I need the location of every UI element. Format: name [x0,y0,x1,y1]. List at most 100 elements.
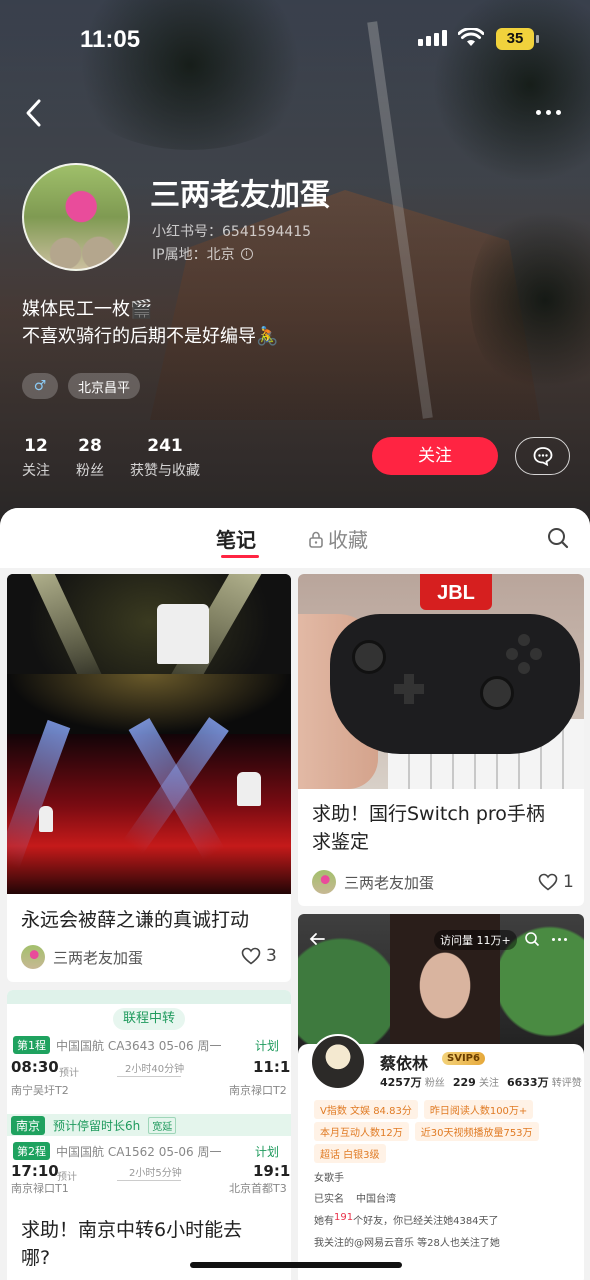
cellular-signal-icon [418,30,447,46]
battery-indicator: 35 [496,28,539,50]
lock-icon [309,531,323,548]
tab-notes[interactable]: 笔记 [216,524,256,553]
arrival-time: 11:10 [253,1058,291,1076]
profile-bio: 媒体民工一枚🎬 不喜欢骑行的后期不是好编导🚴 [22,296,278,350]
note-cover-profile: 访问量 11万+ 蔡依林 SVIP6 4257万 粉丝 229 关注 6633万… [298,914,584,1279]
stat-chip: 昨日阅读人数100万+ [423,1100,534,1119]
connecting-flight-pill: 联程中转 [113,1008,186,1030]
flight-duration: 2小时40分钟 [125,1064,185,1075]
game-controller [330,614,580,754]
redbook-id: 小红书号：6541594415 [152,224,312,240]
fans-count: 4257万 [380,1076,422,1089]
friends-prefix: 她有 [314,1216,334,1227]
layover-duration: 预计停留时长6h [53,1118,141,1133]
singer-name: 蔡依林 [380,1054,429,1073]
verified-status: 已实名 [314,1194,344,1205]
flight-info: 中国国航 CA1562 05-06 周一 [56,1144,222,1159]
chips-row: 本月互动人数12万 近30天视频播放量753万 [314,1122,539,1141]
more-options-icon [552,938,567,941]
search-icon[interactable] [546,526,570,550]
plan-label: 计划 [255,1145,280,1159]
visit-count: 访问量 11万+ [434,930,517,950]
avatar[interactable] [22,163,130,271]
layover-chip: 宽延 [148,1116,177,1134]
stat-label: 获赞与收藏 [130,463,200,479]
back-arrow-icon [309,933,325,945]
leg-badge: 第1程 [13,1036,50,1054]
departure-note: 预计 [59,1068,79,1079]
note-author[interactable]: 三两老友加蛋 [312,870,434,894]
friends-suffix: 个好友，你已经关注她4384天了 [353,1216,499,1227]
stat-chip: V指数 文娱 84.83分 [314,1100,418,1119]
reposts-count: 6633万 [506,1076,549,1089]
leg-badge: 第2程 [13,1142,50,1160]
arrival-airport: 北京首都T3 [229,1182,287,1195]
profile-stats: 12 关注 28 粉丝 241 获赞与收藏 [22,436,200,480]
note-card[interactable]: 联程中转 第1程 中国国航 CA3643 05-06 周一 计划 08:30 预… [7,990,291,1280]
chips-row: 超话 白银3级 [314,1144,386,1163]
arrival-time: 19:15 [253,1162,291,1180]
like-button[interactable]: 1 [538,872,574,892]
author-name: 三两老友加蛋 [53,948,144,967]
author-avatar [21,945,45,969]
singer-avatar [310,1034,366,1090]
reposts-label: 转评赞 [551,1078,582,1089]
ip-location-text: IP属地：北京 [152,247,235,263]
follow-button[interactable]: 关注 [372,437,498,475]
message-button[interactable] [515,437,570,475]
plan-label: 计划 [255,1039,280,1053]
like-button[interactable]: 3 [241,946,277,966]
note-card[interactable]: JBL 求助！国行Switch pro手柄 求鉴定 三两老友加蛋 1 [298,574,584,906]
stat-label: 关注 [22,463,50,479]
profile-tags: ♂ 北京昌平 [22,373,141,399]
stat-number: 28 [78,436,102,456]
note-card[interactable]: 访问量 11万+ 蔡依林 SVIP6 4257万 粉丝 229 关注 6633万… [298,914,584,1280]
stat-fans[interactable]: 28 粉丝 [76,436,104,480]
chat-bubble-icon [533,447,552,467]
notes-panel: 笔记 收藏 永远会被薛之谦的真诚打动 三两老友加蛋 3 JBL 求助！国行Swi… [0,508,590,1280]
status-time: 11:05 [80,26,141,53]
gender-male-icon: ♂ [22,373,58,399]
info-icon[interactable]: i [240,248,253,260]
home-indicator[interactable] [190,1262,402,1268]
stat-chip: 超话 白银3级 [314,1144,386,1163]
note-title: 永远会被薛之谦的真诚打动 [21,909,250,931]
note-card[interactable]: 永远会被薛之谦的真诚打动 三两老友加蛋 3 [7,574,291,982]
stat-following[interactable]: 12 关注 [22,436,50,480]
svip-badge: SVIP6 [442,1052,485,1065]
stat-likes-collects[interactable]: 241 获赞与收藏 [130,436,200,480]
note-title-line: 求助！国行Switch pro手柄 [312,803,545,825]
departure-time: 17:10 [11,1162,59,1180]
wifi-icon [458,28,484,46]
stat-label: 粉丝 [76,463,104,479]
note-cover-controller: JBL [298,574,584,789]
heart-icon [538,873,558,891]
search-icon [525,932,540,947]
profile-page: 11:05 35 三两老友加蛋 小红书号：6541594415 IP属地：北京 … [0,0,590,1280]
tab-bar: 笔记 收藏 [0,508,590,568]
profile-nickname: 三两老友加蛋 [150,178,330,213]
tab-favorites[interactable]: 收藏 [308,524,368,553]
tab-favorites-label: 收藏 [328,528,368,552]
departure-airport: 南京禄口T1 [11,1182,69,1195]
jbl-logo: JBL [420,574,492,610]
arrival-airport: 南京禄口T2 [229,1084,287,1097]
back-icon[interactable] [20,96,50,130]
chips-row: V指数 文娱 84.83分 昨日阅读人数100万+ [314,1100,534,1119]
role-row: 女歌手 [314,1169,344,1184]
note-author[interactable]: 三两老友加蛋 [21,945,143,969]
stat-chip: 近30天视频播放量753万 [414,1122,539,1141]
heart-icon [241,947,261,965]
fans-label: 粉丝 [424,1078,445,1089]
mutual-row: 我关注的@网易云音乐 等28人也关注了她 [314,1234,500,1249]
layover-city: 南京 [11,1115,46,1135]
more-options-icon[interactable] [536,100,568,124]
flight-duration: 2小时5分钟 [129,1168,182,1179]
friends-count: 191 [334,1212,354,1223]
friends-row: 她有 191 个好友，你已经关注她4384天了 [314,1212,499,1227]
note-title-line: 求助！南京中转6小时能去 [21,1219,243,1241]
note-cover-itinerary: 联程中转 第1程 中国国航 CA3643 05-06 周一 计划 08:30 预… [7,990,291,1195]
following-count: 229 [452,1076,476,1089]
location-tag: 北京昌平 [68,373,141,399]
singer-stats: 4257万 粉丝 229 关注 6633万 转评赞 [380,1074,582,1090]
